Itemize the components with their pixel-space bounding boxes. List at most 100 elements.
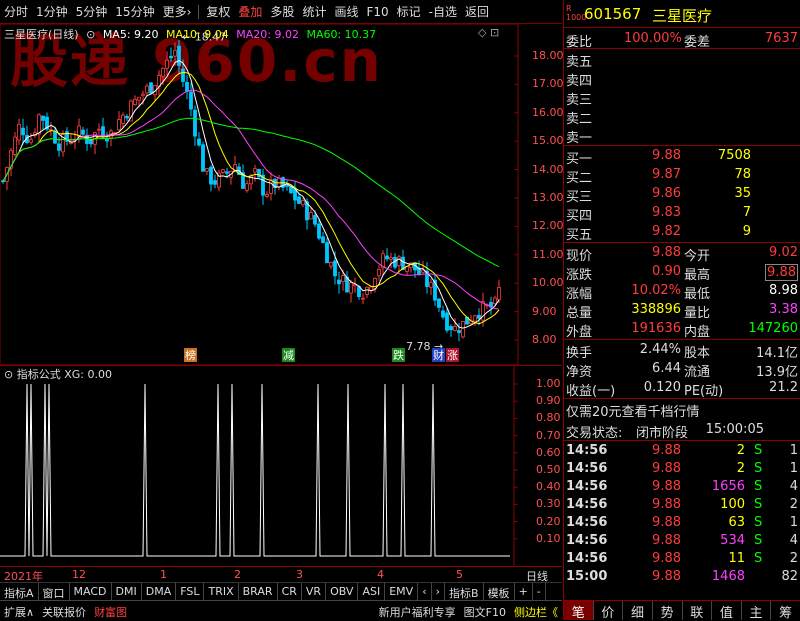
price-axis: 18.00 17.00 16.00 15.00 14.00 13.00 12.00 11.00… [520,24,564,366]
toolbar-tab[interactable]: 复权 [202,3,234,20]
tick-price: 9.88 [652,569,681,584]
stat-label: 今开 [684,249,711,264]
candle-body [265,194,269,197]
detail-tab[interactable]: 笔 [564,601,594,621]
candle-body [177,45,181,66]
quote-panel: R 1000 601567 三星医疗 委比 100.00% 委差 7637 卖五 卖四 卖三 卖二 卖一… [563,0,800,621]
bottom-link[interactable]: 图文F10 [460,601,510,620]
date-tick: 1 [160,568,167,581]
detail-tab[interactable]: 主 [742,601,772,621]
indicator-tab[interactable]: - [533,583,546,600]
detail-tab[interactable]: 细 [623,601,653,621]
candle-body [13,136,17,155]
stat-value: 10.02% [631,283,681,298]
price-tick: 10.00 [532,276,564,290]
bottom-link[interactable]: 新用户福利专享 [375,601,460,620]
candle-body [325,242,329,264]
indicator-tab[interactable]: MACD [70,583,112,600]
candle-body [493,297,497,305]
indicator-tab[interactable]: BRAR [239,583,278,600]
webi-value: 100.00% [624,31,682,46]
indicator-tab[interactable]: › [432,583,446,600]
candle-body [321,236,325,243]
indicator-tab[interactable]: EMV [385,583,419,600]
detail-tab[interactable]: 势 [653,601,683,621]
fund-value: 13.9亿 [756,365,798,380]
toolbar-tab[interactable]: 更多› [159,3,196,20]
ma60-line [2,117,500,268]
candle-body [301,200,305,206]
indicator-tab[interactable]: CR [278,583,302,600]
bottom-link[interactable]: 关联报价 [38,601,90,620]
ma10-line [2,71,500,325]
chart-window-controls[interactable]: ◇ ⊡ [478,26,499,39]
toolbar-tab[interactable]: F10 [362,5,392,19]
indicator-tab[interactable]: ASI [358,583,386,600]
event-marker-label: 涨 [447,349,458,362]
indicator-chart[interactable] [0,366,562,566]
candle-body [53,131,57,144]
indicator-tab[interactable]: FSL [176,583,205,600]
candle-body [201,144,205,172]
tick-time: 14:56 [566,497,608,512]
promo-link[interactable]: 仅需20元查看千档行情 [566,401,700,420]
toolbar-tab[interactable]: 标记 [393,3,425,20]
toolbar-tab[interactable]: 统计 [298,3,330,20]
candle-body [41,115,45,121]
date-axis: 2021年 12 1 2 3 4 5 日线 [0,566,562,583]
detail-tab[interactable]: 价 [594,601,624,621]
legend-toggle-icon[interactable]: ⊙ [86,28,95,41]
toolbar-tab[interactable]: 多股 [266,3,298,20]
candle-body [225,171,229,174]
tick-row: 14:56 9.88 534 S 4 [564,532,800,550]
indicator-tab[interactable]: DMI [112,583,142,600]
candle-body [397,256,401,266]
tick-time: 14:56 [566,443,608,458]
bid-row: 买四 9.83 7 [564,204,800,224]
detail-tab[interactable]: 筹 [771,601,800,621]
indicator-tab[interactable]: TRIX [204,583,239,600]
status-time: 15:00:05 [705,422,764,437]
indicator-tab[interactable]: 窗口 [39,583,70,600]
tick-volume: 1468 [711,569,745,584]
toolbar-tab[interactable]: 15分钟 [111,3,158,20]
toolbar-tab[interactable]: -自选 [425,3,461,20]
indicator-tab[interactable]: ‹ [418,583,432,600]
tick-price: 9.88 [652,515,681,530]
candle-body [173,49,177,57]
bottom-link[interactable]: 扩展∧ [0,601,38,620]
indicator-tab[interactable]: 指标B [445,583,484,600]
stat-label: 外盘 [566,325,593,340]
toolbar-tab[interactable]: 5分钟 [72,3,112,20]
detail-tab[interactable]: 值 [712,601,742,621]
ask-row: 卖四 [564,69,800,89]
bottom-link[interactable]: 财富图 [90,601,131,620]
toolbar-tab[interactable]: 1分钟 [32,3,72,20]
candle-body [165,59,169,69]
bottom-link[interactable]: 侧边栏《 [510,601,562,620]
candle-body [125,116,129,119]
stat-label: 量比 [684,306,711,321]
toolbar-tab[interactable]: 叠加 [234,3,266,20]
indicator-tick: 0.50 [536,463,561,476]
indicator-tab[interactable]: + [515,583,533,600]
indicator-tab[interactable]: DMA [142,583,177,600]
detail-tab[interactable]: 联 [683,601,713,621]
divider [564,48,800,49]
bid-price: 9.82 [652,224,681,239]
ma5-line [2,59,500,329]
indicator-tab[interactable]: 指标A [0,583,39,600]
toolbar-tab[interactable]: 返回 [461,3,493,20]
ask-label: 卖二 [566,112,593,127]
toolbar-tab[interactable]: 分时 [0,3,32,20]
bid-volume: 78 [734,167,751,182]
candle-body [449,326,453,331]
tick-count: 4 [789,479,798,494]
indicator-tab[interactable]: OBV [326,583,359,600]
indicator-tab[interactable]: 模板 [484,583,515,600]
indicator-tab[interactable]: VR [302,583,327,600]
candle-body [473,315,477,322]
stat-row: 涨幅 10.02% 最低 8.98 [564,282,800,302]
toolbar-tab[interactable]: 画线 [330,3,362,20]
candlestick-chart[interactable]: ← 18.477.78 →榜减跌财涨 [0,24,562,366]
